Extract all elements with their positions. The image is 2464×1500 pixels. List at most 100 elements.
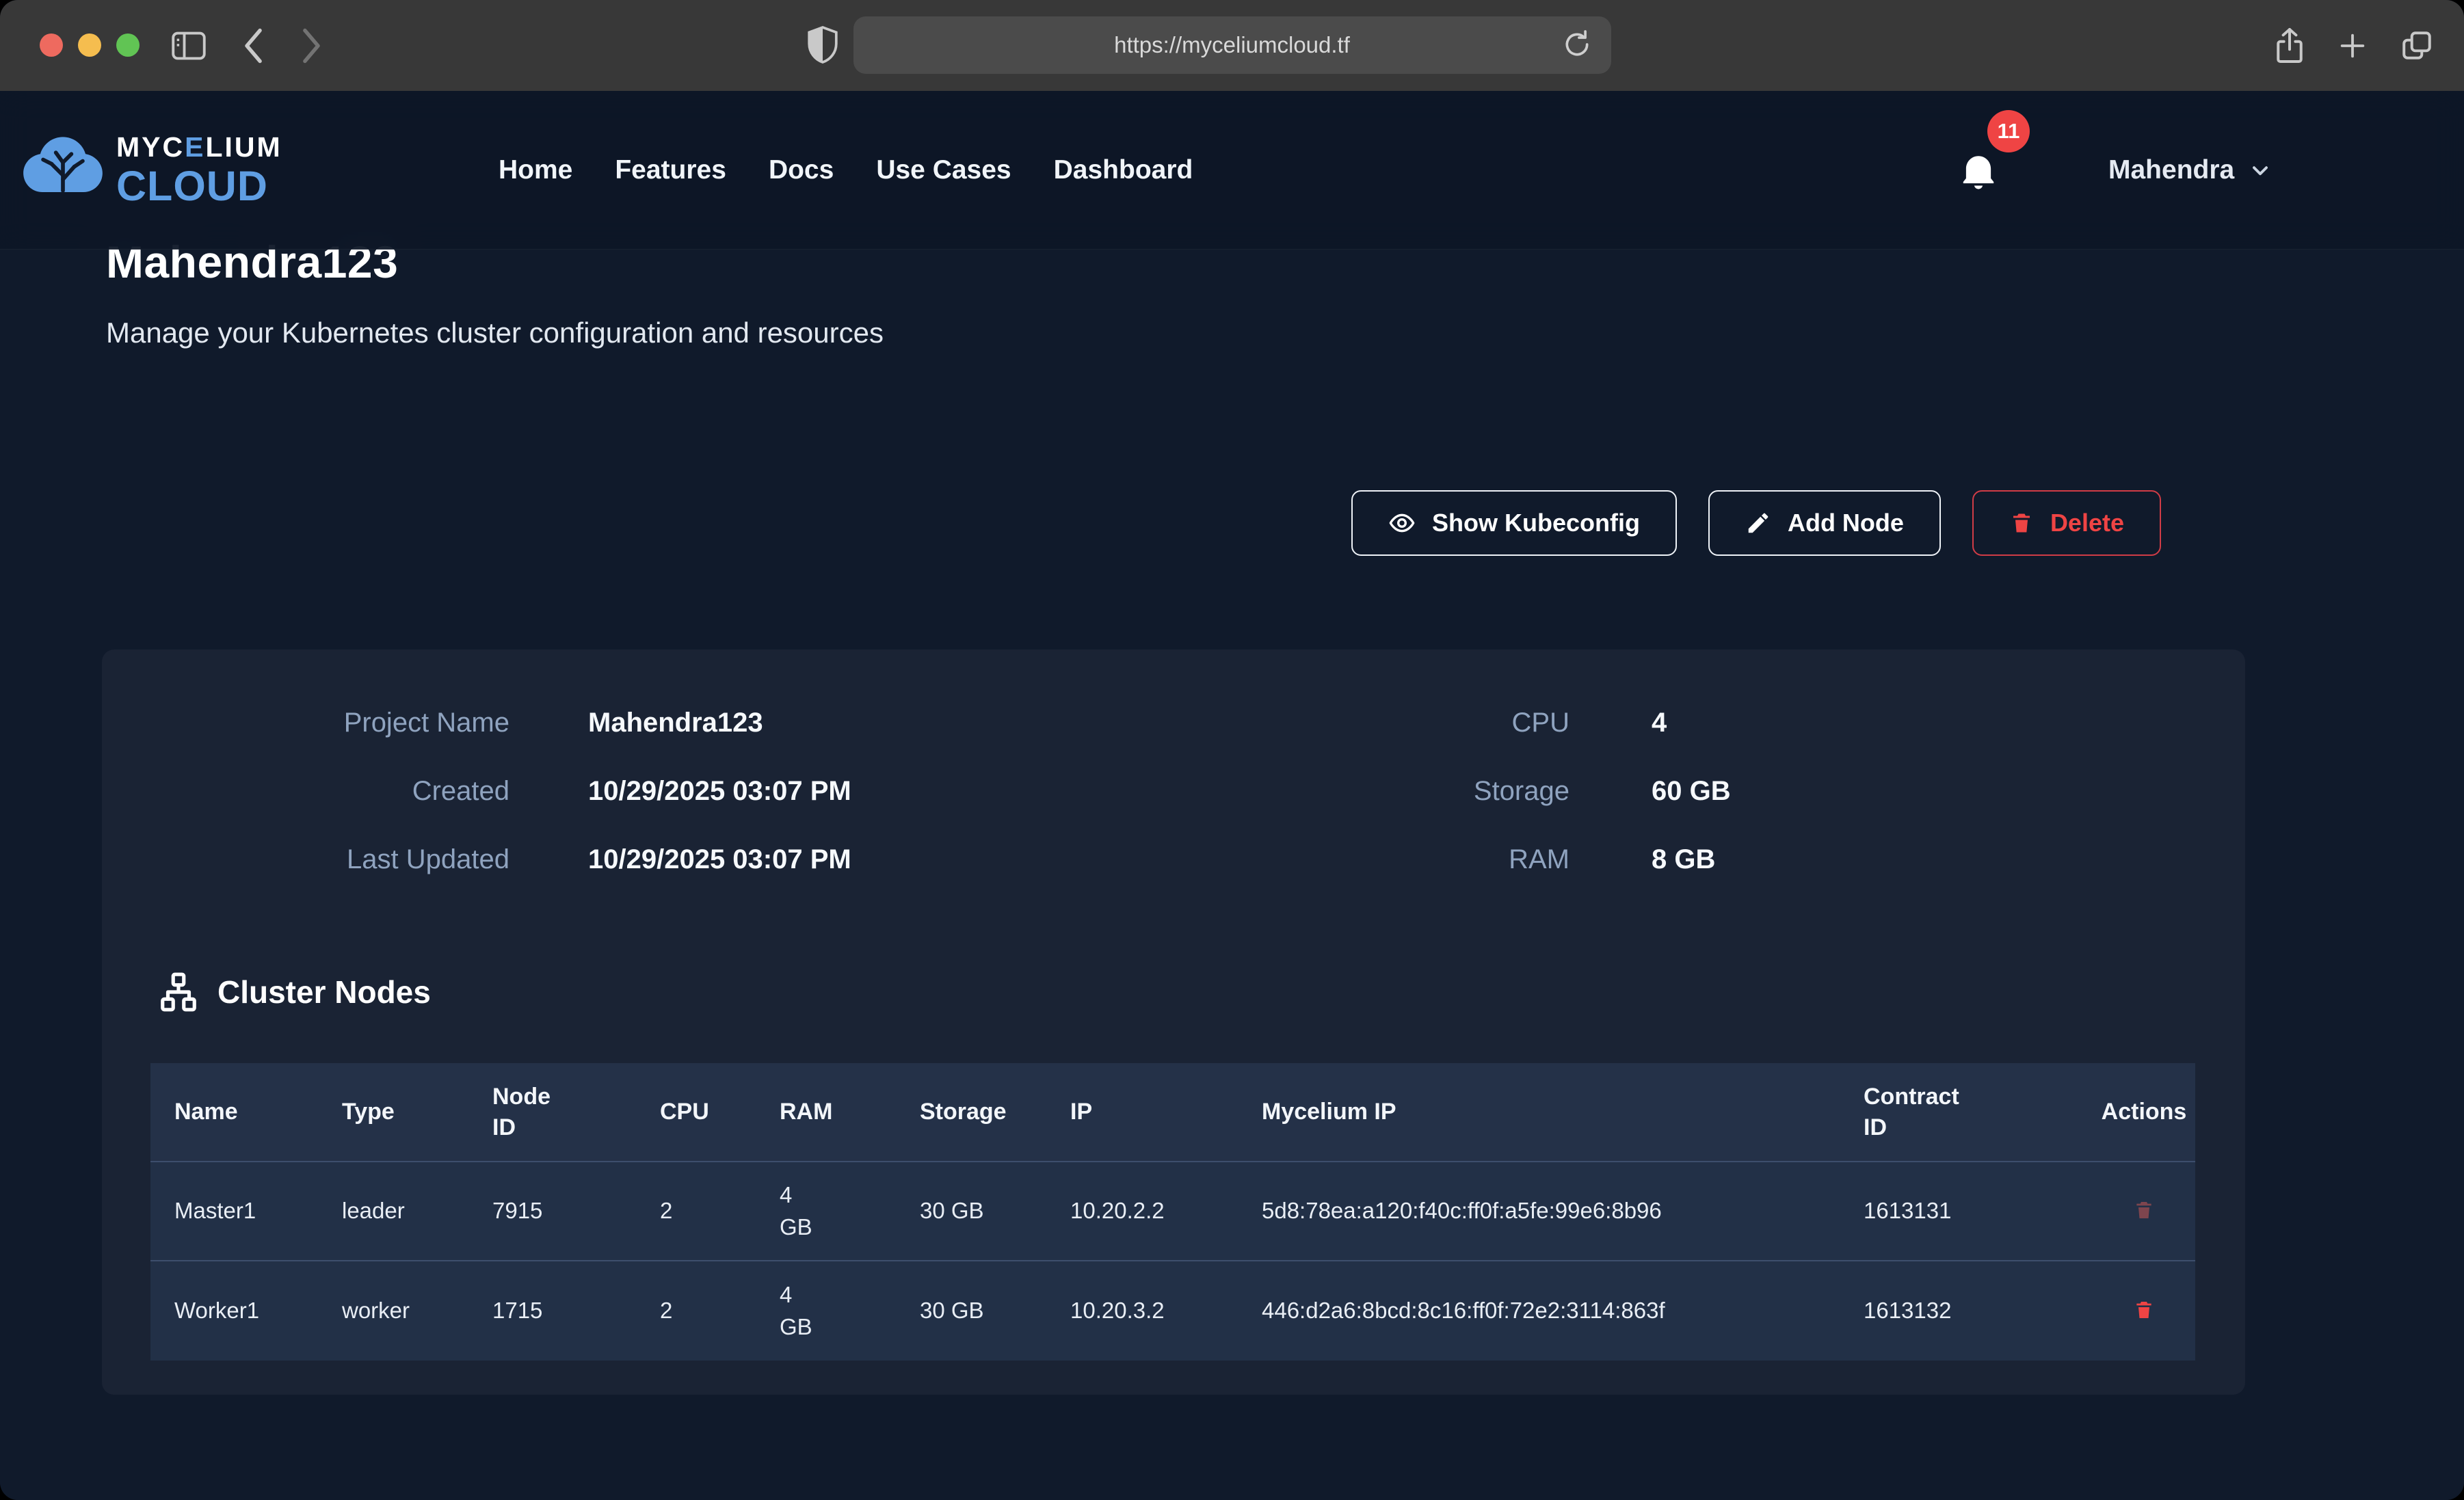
add-node-button[interactable]: Add Node [1708,490,1941,556]
page-subtitle: Manage your Kubernetes cluster configura… [106,317,884,349]
cluster-nodes-title: Cluster Nodes [217,974,431,1010]
privacy-shield-icon[interactable] [806,25,840,69]
col-contract-id: Contract ID [1864,1082,2093,1142]
table-header-row: Name Type Node ID CPU RAM Storage IP Myc… [150,1063,2195,1162]
notification-count-badge: 11 [1987,110,2030,152]
cluster-nodes-heading: Cluster Nodes [157,971,431,1013]
user-name: Mahendra [2108,155,2234,185]
chevron-right-icon [300,27,323,64]
chevron-down-icon [2248,158,2273,183]
cluster-info-right: CPU 4 Storage 60 GB RAM 8 GB [1094,688,1980,894]
delete-cluster-button[interactable]: Delete [1972,490,2161,556]
network-icon [157,971,200,1013]
address-bar[interactable]: https://myceliumcloud.tf [853,16,1611,74]
share-button[interactable] [2274,0,2305,91]
info-label: Storage [1094,776,1569,807]
browser-toolbar: https://myceliumcloud.tf [0,0,2464,91]
col-cpu: CPU [660,1097,780,1127]
trash-icon [2009,511,2034,535]
info-label: Project Name [102,708,509,738]
brand-logo[interactable]: MYCELIUM CLOUD [21,91,282,250]
col-actions: Actions [2093,1097,2195,1127]
share-icon [2274,27,2305,65]
cluster-actions: Show Kubeconfig Add Node Delete [1351,490,2161,556]
info-label: RAM [1094,844,1569,875]
info-value: Mahendra123 [509,708,917,738]
col-ram: RAM [780,1097,920,1127]
page-body: Mahendra123 Manage your Kubernetes clust… [0,91,2464,1500]
brand-line1: MYCELIUM [116,133,282,161]
trash-icon [2133,1299,2155,1321]
col-name: Name [150,1097,342,1127]
trash-icon [2133,1199,2155,1221]
sidebar-icon [171,31,207,61]
brand-text: MYCELIUM CLOUD [116,133,282,207]
delete-node-button[interactable] [2133,1199,2155,1223]
zoom-window-button[interactable] [116,34,140,57]
node-cpu: 2 [660,1195,780,1227]
brand-line2: CLOUD [116,165,282,207]
cloud-logo-icon [21,130,105,211]
col-ip: IP [1070,1097,1262,1127]
cluster-info-left: Project Name Mahendra123 Created 10/29/2… [102,688,917,894]
pencil-icon [1745,510,1771,536]
node-storage: 30 GB [920,1295,1070,1326]
info-value: 10/29/2025 03:07 PM [509,844,917,875]
window-controls [40,34,140,57]
minimize-window-button[interactable] [78,34,101,57]
back-button[interactable] [237,0,269,91]
info-label: Created [102,776,509,807]
plus-icon [2337,30,2368,62]
show-kubeconfig-label: Show Kubeconfig [1432,509,1640,537]
show-kubeconfig-button[interactable]: Show Kubeconfig [1351,490,1677,556]
info-value: 4 [1569,708,1980,738]
notifications-button[interactable]: 11 [1955,110,2037,206]
node-mycelium-ip: 446:d2a6:8bcd:8c16:ff0f:72e2:3114:863f [1262,1295,1864,1326]
node-type: worker [342,1295,492,1326]
nav-link-docs[interactable]: Docs [769,155,834,185]
bell-icon [1959,150,1998,194]
info-label: CPU [1094,708,1569,738]
eye-icon [1388,509,1416,537]
node-storage: 30 GB [920,1195,1070,1227]
nav-link-features[interactable]: Features [615,155,726,185]
nav-link-use-cases[interactable]: Use Cases [876,155,1011,185]
node-cpu: 2 [660,1295,780,1326]
user-menu[interactable]: Mahendra [2108,91,2273,250]
node-ip: 10.20.2.2 [1070,1195,1262,1227]
node-type: leader [342,1195,492,1227]
refresh-button[interactable] [1558,26,1596,64]
tabs-icon [2400,29,2434,63]
chevron-left-icon [241,27,265,64]
toolbar-right-actions [2274,0,2434,91]
nav-link-dashboard[interactable]: Dashboard [1054,155,1193,185]
close-window-button[interactable] [40,34,63,57]
node-id: 7915 [492,1195,660,1227]
browser-window: https://myceliumcloud.tf [0,0,2464,1500]
tab-overview-button[interactable] [2400,0,2434,91]
col-storage: Storage [920,1097,1070,1127]
node-ram: 4 GB [780,1179,920,1242]
col-node-id: Node ID [492,1082,660,1142]
sidebar-toggle-button[interactable] [170,0,208,91]
node-id: 1715 [492,1295,660,1326]
table-row: Worker1 worker 1715 2 4 GB 30 GB 10.20.3… [150,1261,2195,1361]
nodes-table: Name Type Node ID CPU RAM Storage IP Myc… [150,1063,2195,1361]
add-node-label: Add Node [1788,509,1904,537]
info-label: Last Updated [102,844,509,875]
nav-link-home[interactable]: Home [499,155,572,185]
info-value: 8 GB [1569,844,1980,875]
delete-node-button[interactable] [2133,1299,2155,1323]
delete-label: Delete [2050,509,2124,537]
site-navbar: MYCELIUM CLOUD Home Features Docs Use Ca… [0,91,2464,250]
node-contract-id: 1613132 [1864,1295,2093,1326]
nav-links: Home Features Docs Use Cases Dashboard [499,91,1193,250]
col-type: Type [342,1097,492,1127]
node-contract-id: 1613131 [1864,1195,2093,1227]
new-tab-button[interactable] [2337,0,2368,91]
node-name: Master1 [150,1195,342,1227]
url-text: https://myceliumcloud.tf [1114,32,1350,58]
node-name: Worker1 [150,1295,342,1326]
forward-button[interactable] [295,0,328,91]
info-value: 60 GB [1569,776,1980,807]
